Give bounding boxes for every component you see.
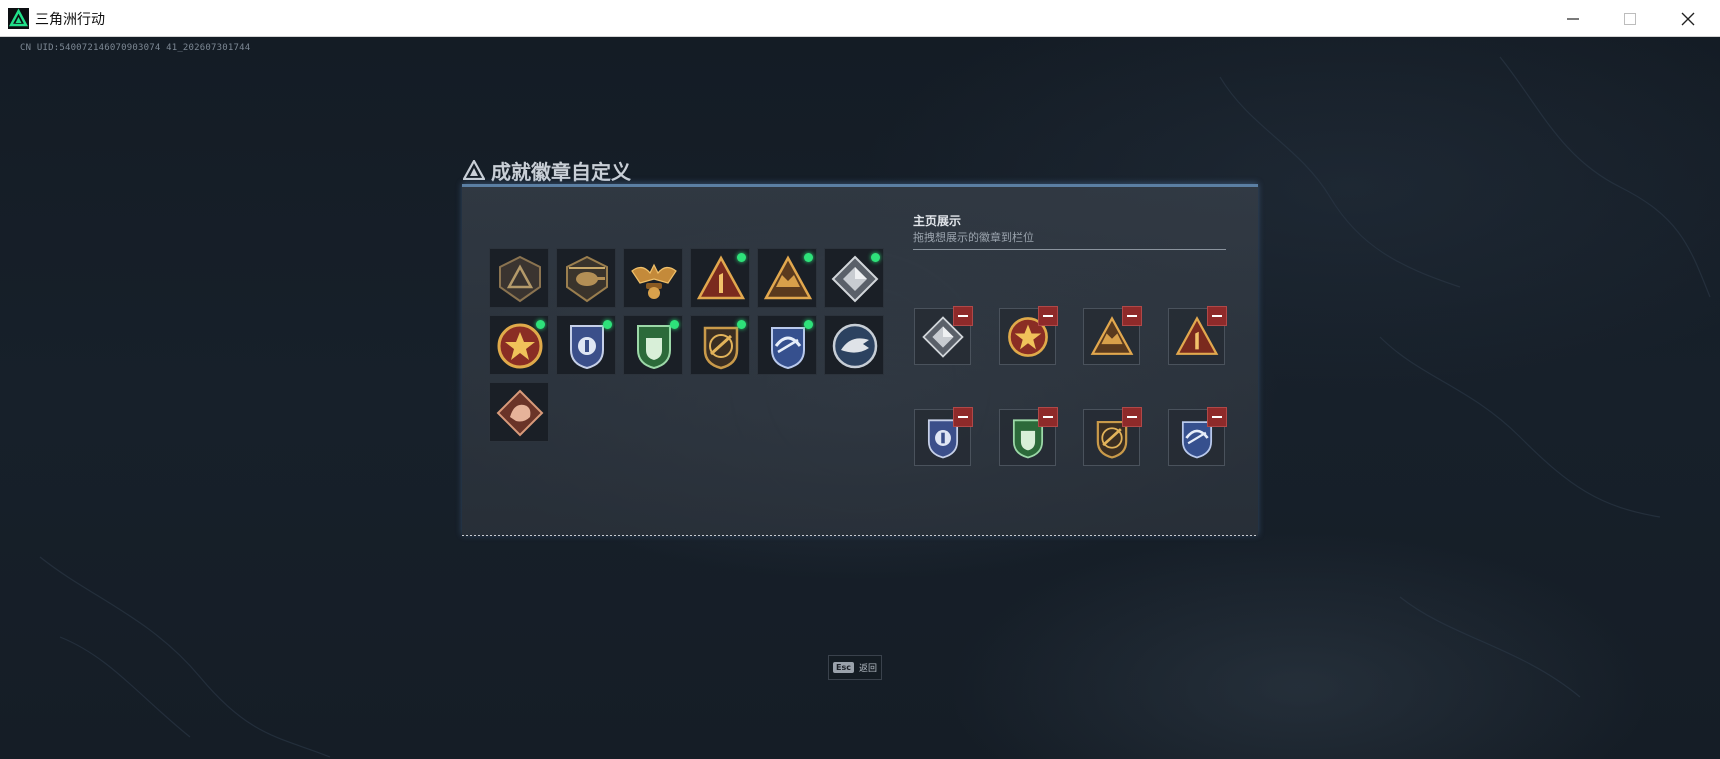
maximize-button[interactable] xyxy=(1602,0,1658,37)
triangle-shield-badge-icon xyxy=(499,255,541,303)
player-uid: CN UID:540072146070903074 41_20260730174… xyxy=(20,43,251,53)
badge-grid-item[interactable] xyxy=(489,248,549,308)
badge-grid-item[interactable] xyxy=(623,248,683,308)
badge-grid-item[interactable] xyxy=(690,248,750,308)
badge-grid-item[interactable] xyxy=(623,315,683,375)
badge-grid-item[interactable] xyxy=(556,248,616,308)
new-badge-indicator xyxy=(804,320,813,329)
badge-grid-item[interactable] xyxy=(489,382,549,442)
display-slot[interactable] xyxy=(1083,407,1142,466)
maximize-icon xyxy=(1624,12,1636,25)
display-slot[interactable] xyxy=(914,407,973,466)
badge-grid-item[interactable] xyxy=(824,248,884,308)
new-badge-indicator xyxy=(737,253,746,262)
remove-icon[interactable] xyxy=(1207,407,1227,427)
window-title: 三角洲行动 xyxy=(35,12,105,28)
remove-icon[interactable] xyxy=(1038,407,1058,427)
window-title-bar: 三角洲行动 xyxy=(0,0,1720,37)
back-label: 返回 xyxy=(858,664,877,674)
remove-icon[interactable] xyxy=(1122,407,1142,427)
new-badge-indicator xyxy=(603,320,612,329)
badge-grid-item[interactable] xyxy=(489,315,549,375)
remove-icon[interactable] xyxy=(1038,306,1058,326)
panel-header: 成就徽章自定义 xyxy=(463,155,631,185)
minimize-button[interactable] xyxy=(1545,0,1601,37)
badge-grid-item[interactable] xyxy=(757,248,817,308)
remove-icon[interactable] xyxy=(953,407,973,427)
new-badge-indicator xyxy=(804,253,813,262)
remove-icon[interactable] xyxy=(1122,306,1142,326)
display-slot[interactable] xyxy=(914,306,973,365)
remove-icon[interactable] xyxy=(1207,306,1227,326)
delta-logo-icon xyxy=(463,160,485,180)
new-badge-indicator xyxy=(670,320,679,329)
panel-title: 成就徽章自定义 xyxy=(491,159,631,184)
eagle-head-medal-badge-icon xyxy=(832,323,878,369)
new-badge-indicator xyxy=(536,320,545,329)
esc-key-hint: Esc xyxy=(833,662,854,673)
display-slot[interactable] xyxy=(999,407,1058,466)
dragon-diamond-badge-icon xyxy=(496,389,544,437)
close-icon xyxy=(1681,12,1695,25)
homepage-display-title: 主页展示 xyxy=(913,214,962,228)
badge-grid-item[interactable] xyxy=(824,315,884,375)
badge-grid-item[interactable] xyxy=(556,315,616,375)
close-button[interactable] xyxy=(1660,0,1716,37)
helicopter-badge-icon xyxy=(566,255,608,303)
minimize-icon xyxy=(1567,17,1579,20)
new-badge-indicator xyxy=(871,253,880,262)
display-slot[interactable] xyxy=(1083,306,1142,365)
badge-grid-item[interactable] xyxy=(690,315,750,375)
new-badge-indicator xyxy=(737,320,746,329)
back-button[interactable]: Esc 返回 xyxy=(828,655,882,680)
display-slot[interactable] xyxy=(1168,407,1227,466)
winged-emblem-badge-icon xyxy=(631,263,677,299)
app-logo-icon xyxy=(8,8,29,29)
badge-grid-item[interactable] xyxy=(757,315,817,375)
homepage-display-subtitle: 拖拽想展示的徽章到栏位 xyxy=(913,231,1034,244)
display-slot[interactable] xyxy=(999,306,1058,365)
divider xyxy=(913,249,1226,250)
display-slot[interactable] xyxy=(1168,306,1227,365)
remove-icon[interactable] xyxy=(953,306,973,326)
